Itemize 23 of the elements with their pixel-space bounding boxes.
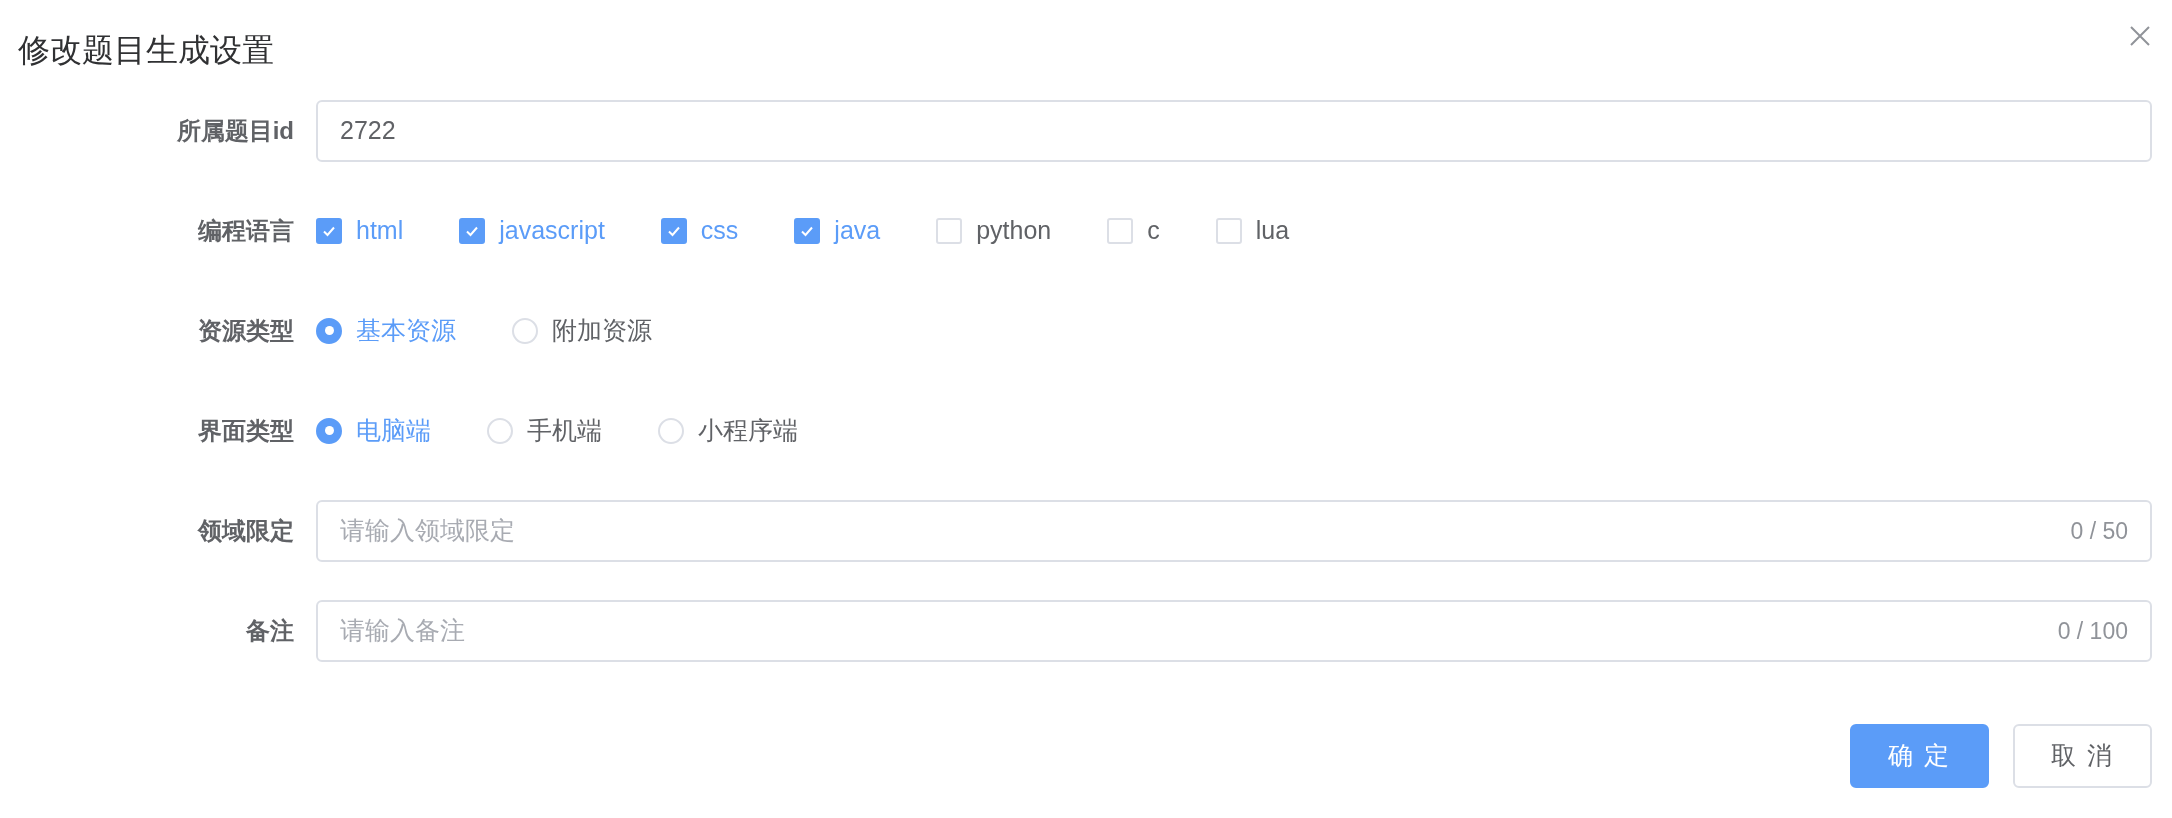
input-field[interactable]: 2722 [316,99,2152,162]
checkbox[interactable] [316,217,342,244]
option-label[interactable]: 附加资源 [552,311,652,350]
option-label[interactable]: python [976,211,1052,250]
character-counter: 0 / 100 [2057,616,2128,646]
checkbox[interactable] [459,217,486,244]
checkbox[interactable] [794,217,821,244]
option-label[interactable]: c [1147,211,1160,250]
field-label: 资源类型 [197,315,295,346]
radio-button[interactable] [316,417,342,444]
option-label[interactable]: 手机端 [527,411,602,450]
field-label: 备注 [245,615,295,646]
field-label: 领域限定 [196,515,295,546]
checkbox[interactable] [660,217,687,244]
dialog-title: 修改题目生成设置 [18,31,274,70]
character-counter: 0 / 50 [2070,516,2128,546]
field-label: 编程语言 [197,215,295,246]
radio-button[interactable] [316,317,342,344]
option-label[interactable]: 小程序端 [698,411,798,450]
field-label: 所属题目id [175,115,295,146]
cancel-button[interactable]: 取 消 [2013,723,2152,788]
field-label: 界面类型 [197,415,295,446]
option-label[interactable]: lua [1255,211,1290,250]
